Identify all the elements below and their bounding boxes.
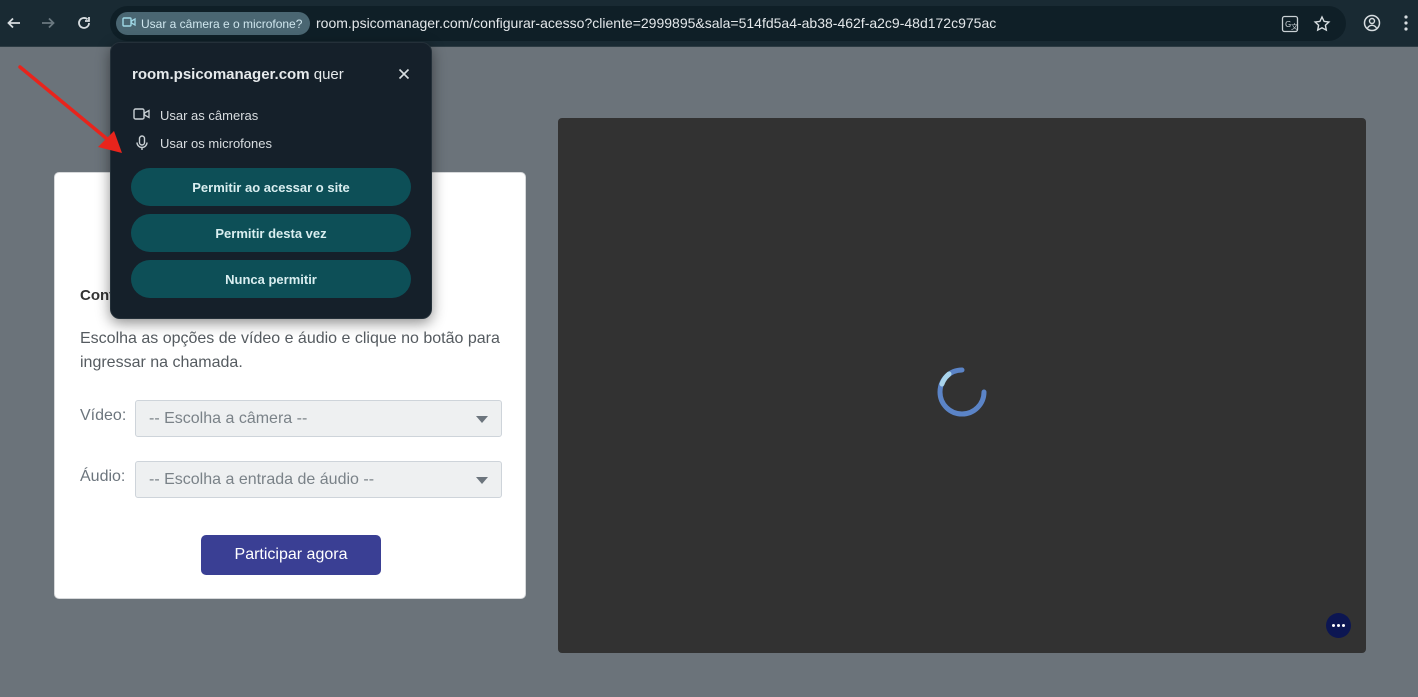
permission-chip-label: Usar a câmera e o microfone?	[141, 16, 303, 31]
address-bar[interactable]: Usar a câmera e o microfone? room.psicom…	[110, 6, 1346, 41]
allow-this-time-button[interactable]: Permitir desta vez	[131, 214, 411, 252]
red-arrow-annotation-icon	[18, 65, 122, 153]
loading-spinner-icon	[937, 367, 987, 417]
more-options-button[interactable]	[1326, 613, 1351, 638]
forward-icon[interactable]	[36, 11, 60, 35]
camera-mic-permission-chip[interactable]: Usar a câmera e o microfone?	[116, 12, 311, 35]
audio-label: Áudio:	[80, 468, 126, 485]
join-now-button[interactable]: Participar agora	[201, 535, 381, 575]
permission-popup: room.psicomanager.com quer Usar as câmer…	[110, 42, 432, 319]
permission-mic-row: Usar os microfones	[133, 135, 272, 151]
permission-camera-row: Usar as câmeras	[133, 107, 258, 124]
translate-icon[interactable]: G文	[1280, 14, 1300, 34]
audio-select-value: -- Escolha a entrada de áudio --	[149, 471, 375, 488]
camera-icon	[122, 15, 136, 33]
dropdown-caret-icon	[476, 477, 488, 484]
permission-camera-label: Usar as câmeras	[160, 108, 259, 123]
url-text[interactable]: room.psicomanager.com/configurar-acesso?…	[316, 15, 996, 31]
browser-toolbar: Usar a câmera e o microfone? room.psicom…	[0, 0, 1418, 47]
camera-select[interactable]: -- Escolha a câmera --	[135, 400, 502, 437]
back-icon[interactable]	[2, 11, 26, 35]
bookmark-star-icon[interactable]	[1312, 14, 1332, 34]
never-allow-button[interactable]: Nunca permitir	[131, 260, 411, 298]
audio-select[interactable]: -- Escolha a entrada de áudio --	[135, 461, 502, 498]
video-preview	[558, 118, 1366, 653]
profile-icon[interactable]	[1360, 11, 1384, 35]
allow-while-visiting-button[interactable]: Permitir ao acessar o site	[131, 168, 411, 206]
close-icon[interactable]	[395, 65, 413, 83]
popup-site: room.psicomanager.com	[132, 66, 310, 83]
camera-select-value: -- Escolha a câmera --	[149, 410, 308, 427]
video-label: Vídeo:	[80, 407, 127, 424]
reload-icon[interactable]	[72, 11, 96, 35]
card-description: Escolha as opções de vídeo e áudio e cli…	[80, 330, 500, 371]
popup-title: room.psicomanager.com quer	[132, 66, 344, 83]
dropdown-caret-icon	[476, 416, 488, 423]
menu-kebab-icon[interactable]	[1394, 11, 1418, 35]
svg-text:文: 文	[1291, 22, 1298, 31]
permission-mic-label: Usar os microfones	[160, 135, 272, 151]
popup-wants: quer	[313, 66, 344, 83]
